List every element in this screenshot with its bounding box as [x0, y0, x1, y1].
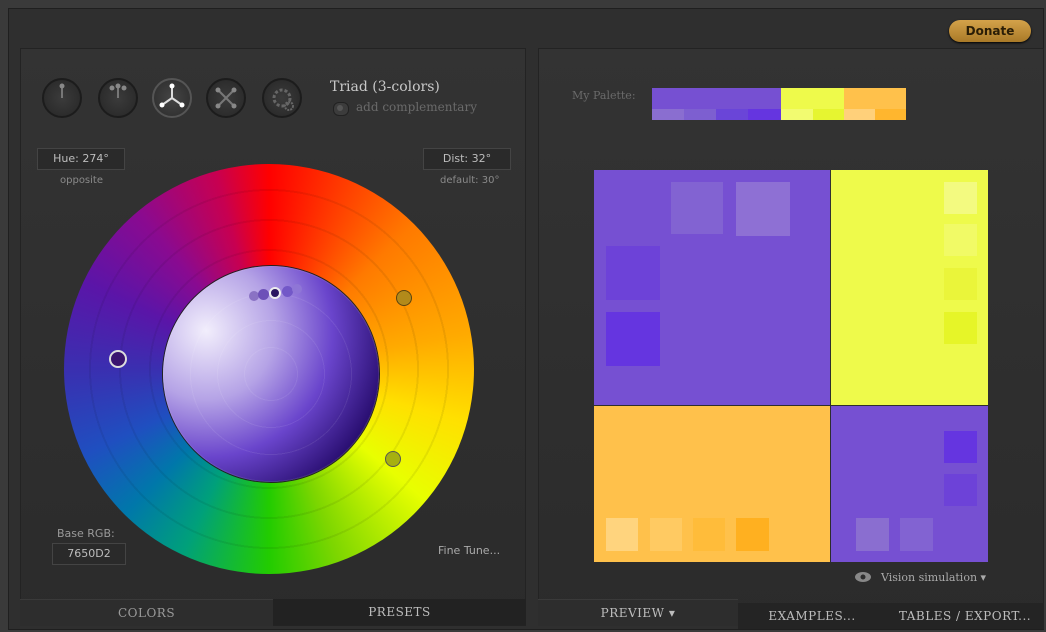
complementary-toggle[interactable]	[333, 102, 349, 116]
preview-swatch	[606, 312, 660, 366]
palette-shade[interactable]	[684, 109, 716, 120]
fine-tune-link[interactable]: Fine Tune...	[438, 544, 500, 557]
preview-canvas	[594, 170, 988, 562]
hue-marker-secondary-b[interactable]	[385, 451, 401, 467]
preview-swatch	[944, 224, 977, 256]
preview-swatch	[856, 518, 889, 551]
scheme-title: Triad (3-colors)	[330, 79, 440, 95]
hue-field[interactable]: Hue: 274°	[37, 148, 125, 170]
preview-swatch	[606, 246, 660, 300]
palette-shade[interactable]	[652, 109, 684, 120]
tab-preview[interactable]: PREVIEW ▾	[538, 599, 738, 626]
shade-dot-active[interactable]	[269, 287, 281, 299]
eye-icon	[855, 572, 871, 582]
palette-shade[interactable]	[813, 109, 844, 120]
tab-examples[interactable]: EXAMPLES...	[738, 603, 886, 629]
disc-grid	[163, 266, 379, 482]
shade-dot-2[interactable]	[258, 289, 269, 300]
palette-label: My Palette:	[572, 89, 636, 102]
tetrad-scheme-icon[interactable]	[206, 78, 246, 118]
base-rgb-label: Base RGB:	[57, 527, 115, 540]
base-rgb-input[interactable]: 7650D2	[52, 543, 126, 565]
preview-swatch	[944, 431, 977, 463]
preview-swatch	[650, 518, 682, 551]
triad-scheme-icon[interactable]	[152, 78, 192, 118]
preview-swatch	[606, 518, 638, 551]
hue-marker-primary[interactable]	[109, 350, 127, 368]
distance-sub: default: 30°	[440, 175, 500, 186]
palette-swatch-primary[interactable]	[652, 88, 781, 109]
palette-swatch-secondary-a[interactable]	[781, 88, 844, 109]
palette-strip[interactable]	[652, 88, 906, 120]
preview-swatch	[944, 268, 977, 300]
preview-swatch	[900, 518, 933, 551]
donate-button[interactable]: Donate	[949, 20, 1031, 42]
preview-swatch	[944, 312, 977, 344]
palette-shade[interactable]	[781, 109, 813, 120]
analogic-scheme-icon[interactable]	[262, 78, 302, 118]
complementary-label: add complementary	[356, 100, 477, 114]
vision-simulation-label[interactable]: Vision simulation ▾	[881, 571, 986, 584]
preview-swatch	[736, 518, 769, 551]
complement-scheme-icon[interactable]	[98, 78, 138, 118]
preview-swatch	[693, 518, 725, 551]
distance-field[interactable]: Dist: 32°	[423, 148, 511, 170]
preview-swatch	[944, 182, 977, 214]
preview-swatch	[736, 182, 790, 236]
palette-shade[interactable]	[844, 109, 875, 120]
tab-presets[interactable]: PRESETS	[273, 599, 526, 625]
palette-shade[interactable]	[748, 109, 781, 120]
tab-colors[interactable]: COLORS	[20, 599, 273, 626]
hue-marker-secondary-a[interactable]	[396, 290, 412, 306]
tab-tables-export[interactable]: TABLES / EXPORT...	[886, 603, 1044, 629]
preview-swatch	[671, 182, 723, 234]
mono-scheme-icon[interactable]	[42, 78, 82, 118]
preview-swatch	[944, 474, 977, 506]
palette-shade[interactable]	[716, 109, 748, 120]
palette-shade[interactable]	[875, 109, 906, 120]
hue-sub: opposite	[60, 175, 103, 186]
palette-swatch-secondary-b[interactable]	[844, 88, 906, 109]
shade-dot-4[interactable]	[292, 284, 302, 294]
